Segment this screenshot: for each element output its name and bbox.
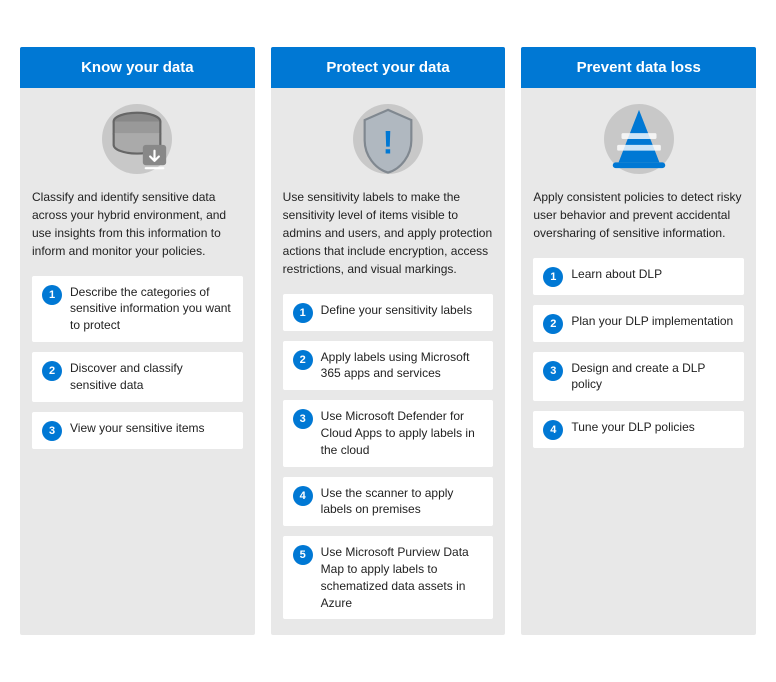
prevent-step-2-number: 2 bbox=[543, 314, 563, 334]
main-container: Know your data Classify and identify sen… bbox=[20, 47, 756, 636]
know-step-2-text: Discover and classify sensitive data bbox=[70, 360, 233, 394]
know-step-3-text: View your sensitive items bbox=[70, 420, 205, 437]
protect-header: Protect your data bbox=[271, 47, 506, 88]
column-prevent: Prevent data loss Apply consistent polic… bbox=[521, 47, 756, 636]
know-icon-area bbox=[32, 104, 243, 174]
know-step-1-text: Describe the categories of sensitive inf… bbox=[70, 284, 233, 334]
prevent-step-1-text: Learn about DLP bbox=[571, 266, 662, 283]
protect-step-5[interactable]: 5 Use Microsoft Purview Data Map to apply… bbox=[283, 536, 494, 619]
prevent-step-1-number: 1 bbox=[543, 267, 563, 287]
protect-step-1[interactable]: 1 Define your sensitivity labels bbox=[283, 294, 494, 331]
know-step-2[interactable]: 2 Discover and classify sensitive data bbox=[32, 352, 243, 402]
protect-step-2[interactable]: 2 Apply labels using Microsoft 365 apps a… bbox=[283, 341, 494, 391]
know-step-3-number: 3 bbox=[42, 421, 62, 441]
prevent-icon bbox=[604, 104, 674, 174]
know-step-2-number: 2 bbox=[42, 361, 62, 381]
protect-step-3-number: 3 bbox=[293, 409, 313, 429]
prevent-step-2[interactable]: 2 Plan your DLP implementation bbox=[533, 305, 744, 342]
prevent-step-4-text: Tune your DLP policies bbox=[571, 419, 694, 436]
protect-description: Use sensitivity labels to make the sensi… bbox=[283, 188, 494, 278]
protect-step-4-text: Use the scanner to apply labels on premi… bbox=[321, 485, 484, 519]
prevent-step-1[interactable]: 1 Learn about DLP bbox=[533, 258, 744, 295]
know-step-1-number: 1 bbox=[42, 285, 62, 305]
protect-step-3[interactable]: 3 Use Microsoft Defender for Cloud Apps t… bbox=[283, 400, 494, 466]
know-header: Know your data bbox=[20, 47, 255, 88]
prevent-body: Apply consistent policies to detect risk… bbox=[521, 88, 756, 636]
svg-text:!: ! bbox=[383, 124, 394, 160]
protect-step-1-text: Define your sensitivity labels bbox=[321, 302, 472, 319]
protect-step-5-text: Use Microsoft Purview Data Map to apply … bbox=[321, 544, 484, 611]
protect-icon-area: ! bbox=[283, 104, 494, 174]
prevent-header: Prevent data loss bbox=[521, 47, 756, 88]
prevent-step-4[interactable]: 4 Tune your DLP policies bbox=[533, 411, 744, 448]
protect-step-3-text: Use Microsoft Defender for Cloud Apps to… bbox=[321, 408, 484, 458]
protect-step-1-number: 1 bbox=[293, 303, 313, 323]
protect-body: ! Use sensitivity labels to make the sen… bbox=[271, 88, 506, 636]
prevent-step-3[interactable]: 3 Design and create a DLP policy bbox=[533, 352, 744, 402]
know-step-1[interactable]: 1 Describe the categories of sensitive in… bbox=[32, 276, 243, 342]
protect-step-4[interactable]: 4 Use the scanner to apply labels on prem… bbox=[283, 477, 494, 527]
protect-step-5-number: 5 bbox=[293, 545, 313, 565]
protect-step-2-number: 2 bbox=[293, 350, 313, 370]
prevent-description: Apply consistent policies to detect risk… bbox=[533, 188, 744, 242]
know-step-3[interactable]: 3 View your sensitive items bbox=[32, 412, 243, 449]
prevent-step-3-text: Design and create a DLP policy bbox=[571, 360, 734, 394]
know-icon bbox=[102, 104, 172, 174]
column-know: Know your data Classify and identify sen… bbox=[20, 47, 255, 636]
prevent-icon-area bbox=[533, 104, 744, 174]
prevent-step-2-text: Plan your DLP implementation bbox=[571, 313, 733, 330]
know-description: Classify and identify sensitive data acr… bbox=[32, 188, 243, 260]
column-protect: Protect your data ! Use sensitivity labe… bbox=[271, 47, 506, 636]
prevent-step-4-number: 4 bbox=[543, 420, 563, 440]
know-body: Classify and identify sensitive data acr… bbox=[20, 88, 255, 636]
protect-icon: ! bbox=[353, 104, 423, 174]
protect-step-4-number: 4 bbox=[293, 486, 313, 506]
prevent-step-3-number: 3 bbox=[543, 361, 563, 381]
protect-step-2-text: Apply labels using Microsoft 365 apps an… bbox=[321, 349, 484, 383]
